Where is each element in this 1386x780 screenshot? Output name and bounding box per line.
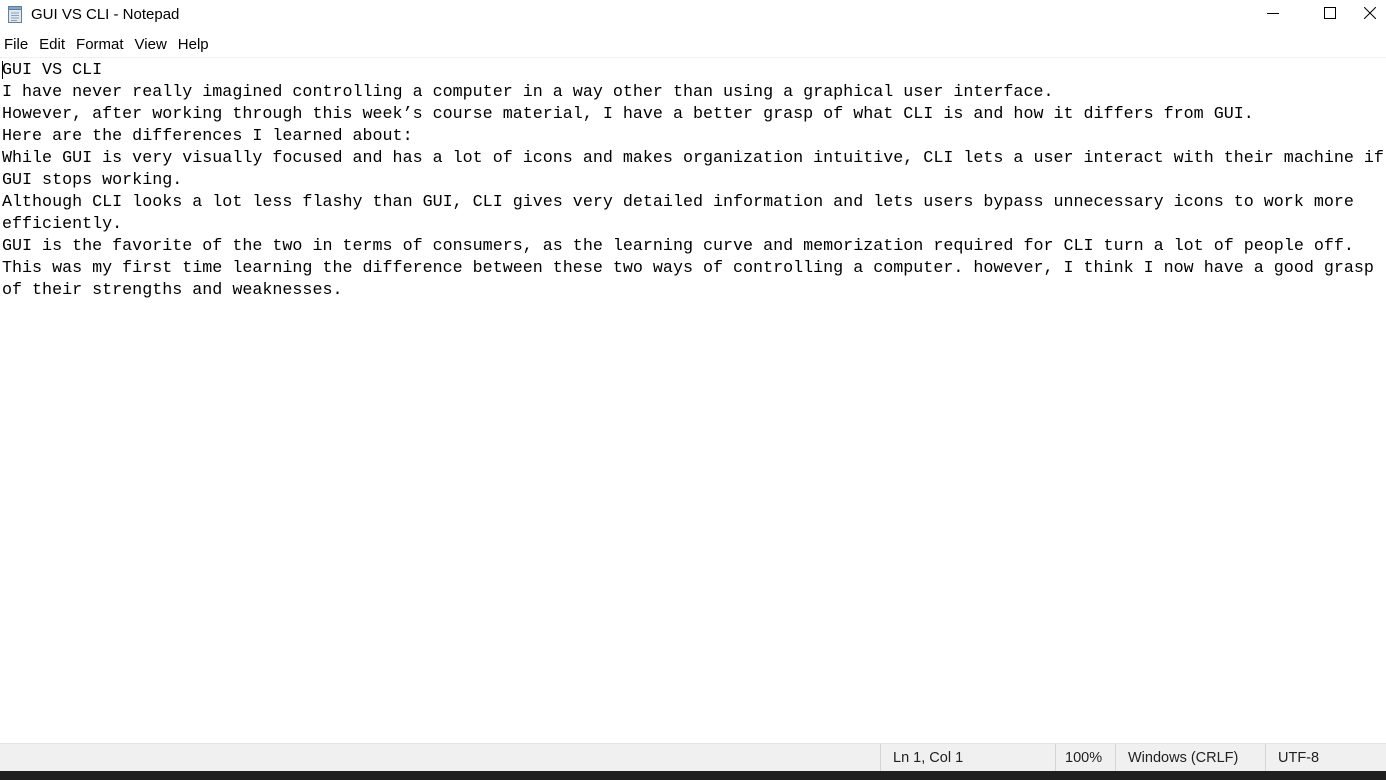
maximize-icon	[1324, 6, 1336, 24]
maximize-button[interactable]	[1307, 0, 1353, 30]
notepad-window: GUI VS CLI - Notepad File Edit Format Vi…	[0, 0, 1386, 780]
document-line: of their strengths and weaknesses.	[2, 281, 343, 300]
document-line: However, after working through this week…	[2, 105, 1254, 124]
close-icon	[1363, 6, 1377, 24]
notepad-icon[interactable]	[7, 6, 23, 23]
zoom-level: 100%	[1055, 744, 1115, 772]
minimize-icon	[1267, 6, 1279, 24]
encoding: UTF-8	[1265, 744, 1386, 772]
menu-edit[interactable]: Edit	[34, 34, 71, 56]
line-ending: Windows (CRLF)	[1115, 744, 1265, 772]
document-line: While GUI is very visually focused and h…	[2, 149, 1384, 168]
taskbar-edge	[0, 771, 1386, 780]
text-editor[interactable]: GUI VS CLI I have never really imagined c…	[0, 57, 1386, 743]
document-line: Here are the differences I learned about…	[2, 127, 413, 146]
menu-bar: File Edit Format View Help	[0, 34, 215, 56]
minimize-button[interactable]	[1250, 0, 1296, 30]
document-line: GUI is the favorite of the two in terms …	[2, 237, 1354, 256]
menu-help[interactable]: Help	[173, 34, 215, 56]
document-line: I have never really imagined controlling…	[2, 83, 1054, 102]
document-line: Although CLI looks a lot less flashy tha…	[2, 193, 1354, 212]
text-caret	[2, 61, 3, 79]
menu-file[interactable]: File	[0, 34, 34, 56]
close-button[interactable]	[1363, 0, 1386, 30]
document-line: GUI VS CLI	[2, 61, 103, 80]
document-line: efficiently.	[2, 215, 123, 234]
window-title: GUI VS CLI - Notepad	[31, 6, 180, 23]
menu-format[interactable]: Format	[71, 34, 130, 56]
menu-view[interactable]: View	[130, 34, 173, 56]
title-bar[interactable]: GUI VS CLI - Notepad	[0, 0, 1386, 31]
status-bar: Ln 1, Col 1 100% Windows (CRLF) UTF-8	[0, 743, 1386, 772]
document-line: GUI stops working.	[2, 171, 183, 190]
cursor-position: Ln 1, Col 1	[880, 744, 1055, 772]
document-text[interactable]: GUI VS CLI I have never really imagined c…	[2, 60, 1384, 302]
document-line: This was my first time learning the diff…	[2, 259, 1374, 278]
